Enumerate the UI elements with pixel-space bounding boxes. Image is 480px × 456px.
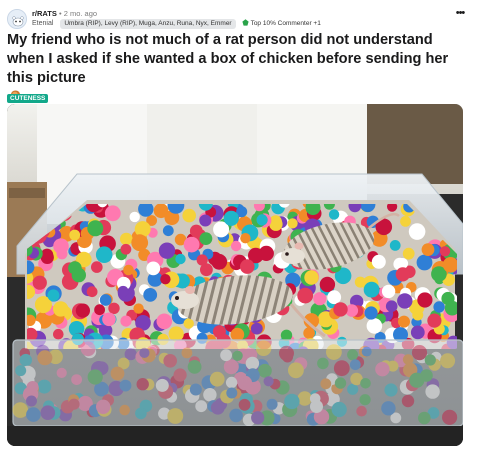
- author-username[interactable]: Etenial: [32, 19, 53, 29]
- author-line: Etenial Umbra (RIP), Levy (RIP), Muga, A…: [32, 19, 321, 29]
- post-title[interactable]: My friend who is not much of a rat perso…: [7, 31, 473, 107]
- subreddit-line: r/RATS • 2 mo. ago: [32, 9, 97, 18]
- rat-photo: [7, 104, 463, 446]
- top-commenter-icon: [241, 19, 249, 26]
- subreddit-avatar-icon[interactable]: [7, 9, 27, 29]
- more-options-icon[interactable]: •••: [453, 8, 467, 22]
- post-title-text: My friend who is not much of a rat perso…: [7, 32, 449, 86]
- meta-separator: •: [58, 9, 62, 18]
- top-commenter-badge: Top 10% Commenter +1: [241, 19, 321, 29]
- post-header: r/RATS • 2 mo. ago Etenial Umbra (RIP), …: [7, 6, 473, 32]
- subreddit-link[interactable]: r/RATS: [32, 9, 57, 18]
- post-image[interactable]: [7, 104, 463, 446]
- post-flair-tag[interactable]: CUTENESS: [7, 94, 49, 103]
- post-age: 2 mo. ago: [63, 9, 98, 18]
- user-flair: Umbra (RIP), Levy (RIP), Muga, Anzu, Run…: [60, 19, 236, 29]
- award-label: Top 10% Commenter +1: [250, 20, 321, 27]
